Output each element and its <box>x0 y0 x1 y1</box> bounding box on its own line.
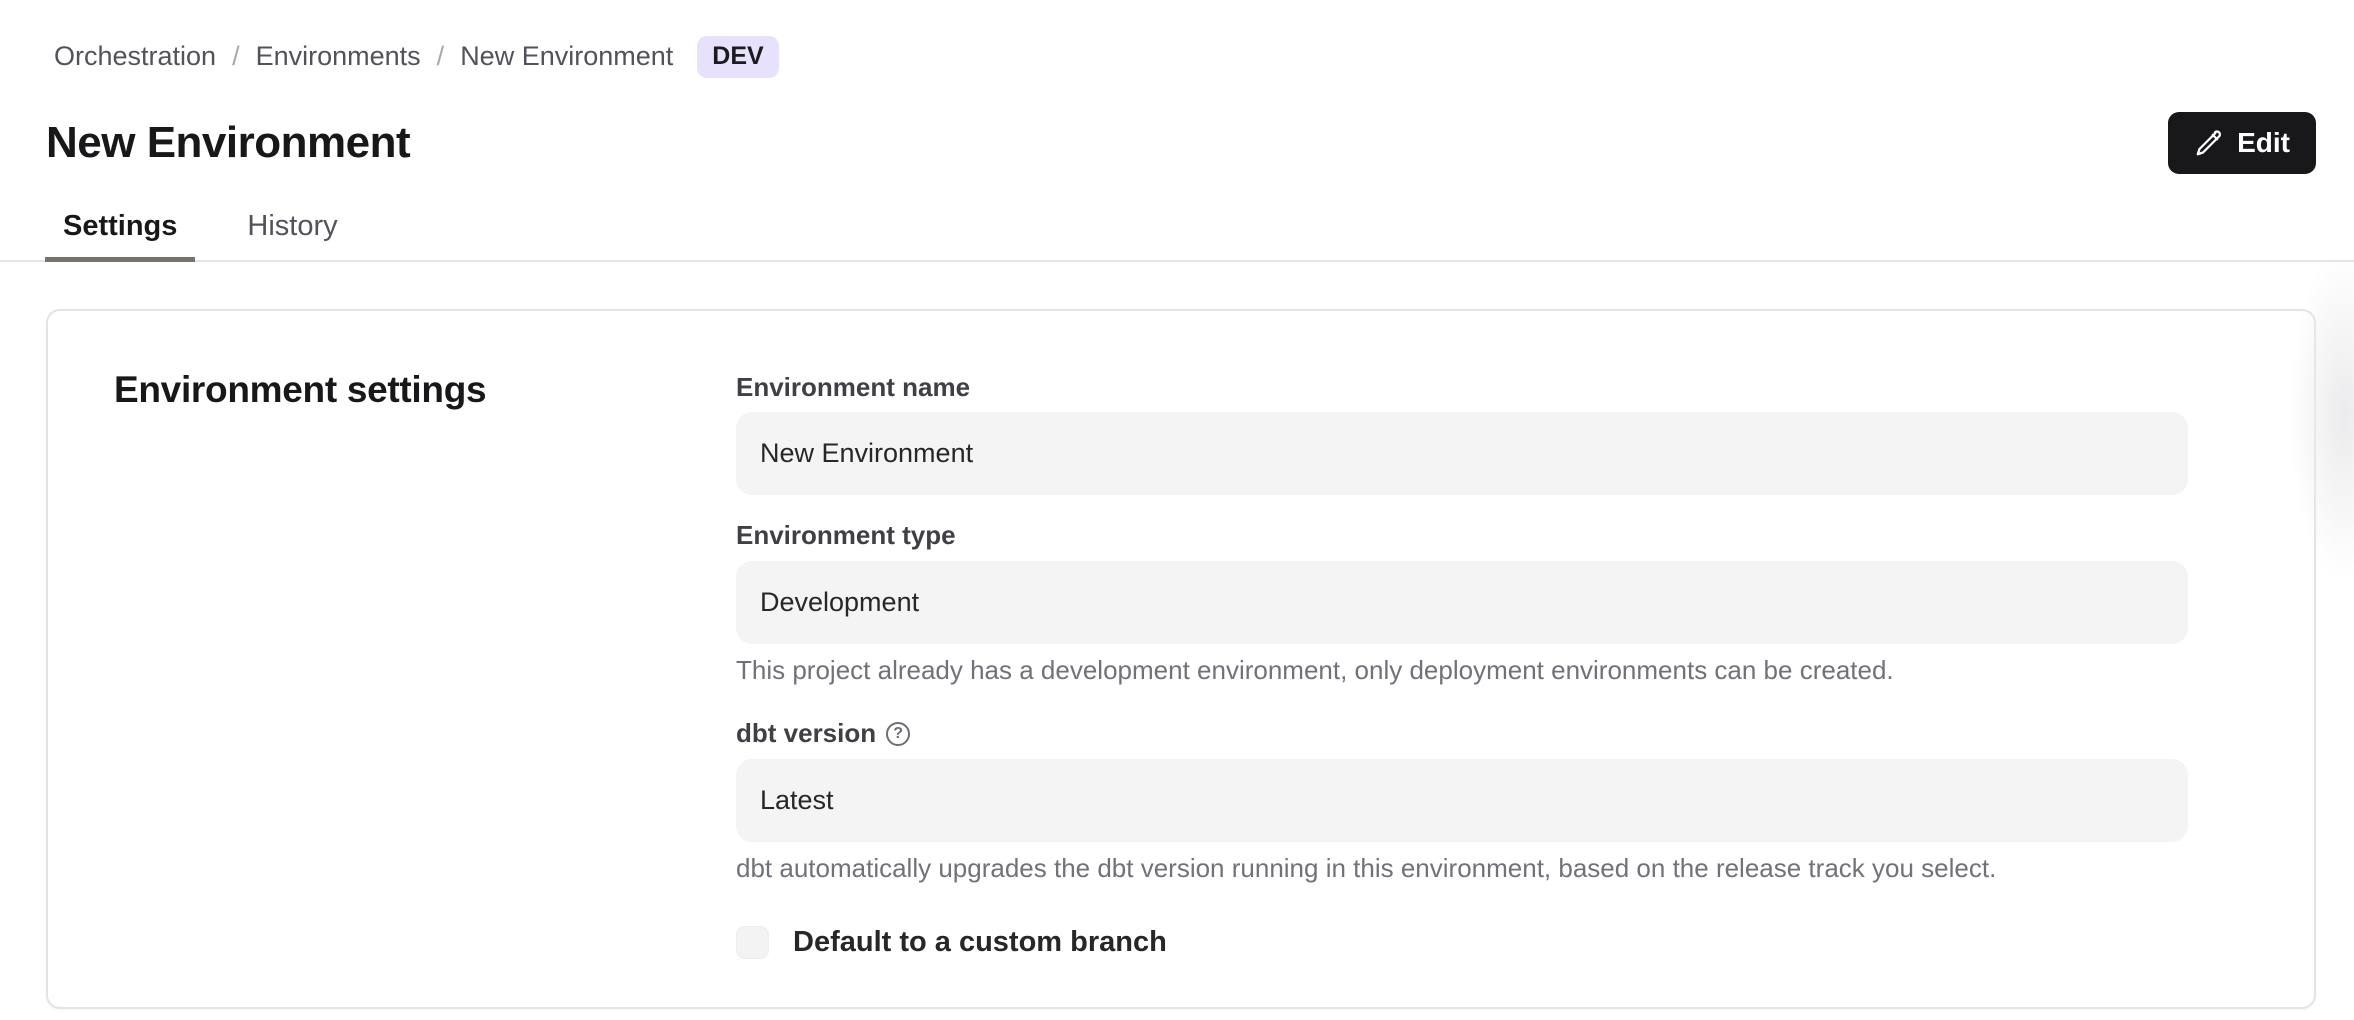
environment-name-input[interactable] <box>736 412 2188 495</box>
breadcrumb-separator: / <box>437 41 445 72</box>
environment-settings-form: Environment name Environment type This p… <box>736 311 2188 1007</box>
tab-settings[interactable]: Settings <box>45 202 195 262</box>
breadcrumb-item-new-environment[interactable]: New Environment <box>460 41 673 72</box>
card-heading: Environment settings <box>114 369 736 411</box>
dbt-version-input[interactable] <box>736 759 2188 842</box>
environment-name-label: Environment name <box>736 371 2188 404</box>
page-title: New Environment <box>46 118 410 168</box>
pencil-icon <box>2194 128 2224 158</box>
environment-type-input[interactable] <box>736 561 2188 644</box>
environment-type-label-text: Environment type <box>736 519 956 552</box>
environment-type-badge: DEV <box>697 36 778 78</box>
field-dbt-version: dbt version ? dbt automatically upgrades… <box>736 717 2188 885</box>
custom-branch-checkbox[interactable] <box>736 926 769 959</box>
custom-branch-row: Default to a custom branch <box>736 926 2188 959</box>
field-environment-name: Environment name <box>736 371 2188 496</box>
tab-history[interactable]: History <box>229 202 355 262</box>
breadcrumb-item-environments[interactable]: Environments <box>256 41 421 72</box>
dbt-version-label-text: dbt version <box>736 717 876 750</box>
custom-branch-label[interactable]: Default to a custom branch <box>793 926 1167 959</box>
edit-button[interactable]: Edit <box>2168 112 2316 174</box>
environment-type-help-text: This project already has a development e… <box>736 654 2188 688</box>
environment-name-label-text: Environment name <box>736 371 970 404</box>
question-mark-icon[interactable]: ? <box>886 722 910 746</box>
page: Orchestration / Environments / New Envir… <box>0 0 2354 1020</box>
card-heading-column: Environment settings <box>48 311 736 1007</box>
dbt-version-help-text: dbt automatically upgrades the dbt versi… <box>736 852 2188 886</box>
breadcrumb-item-orchestration[interactable]: Orchestration <box>54 41 216 72</box>
environment-type-label: Environment type <box>736 519 2188 552</box>
field-environment-type: Environment type This project already ha… <box>736 519 2188 687</box>
breadcrumb: Orchestration / Environments / New Envir… <box>0 0 2354 78</box>
breadcrumb-separator: / <box>232 41 240 72</box>
edit-button-label: Edit <box>2237 127 2290 159</box>
dbt-version-label: dbt version ? <box>736 717 2188 750</box>
tab-bar: Settings History <box>0 174 2354 262</box>
title-row: New Environment Edit <box>0 78 2354 174</box>
environment-settings-card: Environment settings Environment name En… <box>46 309 2316 1009</box>
